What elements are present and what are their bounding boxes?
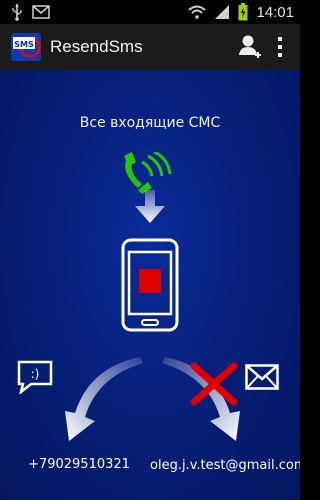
status-bar: 14:01 [0, 0, 300, 24]
usb-icon [12, 4, 22, 21]
battery-charging-icon [238, 3, 248, 21]
email-icon [245, 364, 279, 390]
phone-icon [121, 238, 179, 332]
svg-text:SMS: SMS [14, 40, 34, 49]
main-content: Все входящие СМС :) +79029510321 oleg.j.… [0, 70, 300, 500]
add-contact-icon[interactable] [238, 33, 262, 61]
signal-icon [215, 5, 230, 19]
wifi-icon [188, 5, 207, 19]
action-bar: SMS ResendSms [0, 24, 300, 70]
svg-text::): :) [31, 367, 40, 381]
app-logo-icon[interactable]: SMS [10, 31, 42, 63]
notification-mail-icon [32, 5, 50, 19]
overflow-menu-icon[interactable] [276, 36, 284, 58]
disabled-cross-icon [190, 362, 238, 406]
email-address-label: oleg.j.v.test@gmail.com [150, 458, 300, 473]
incoming-sms-icon [124, 152, 172, 194]
status-time: 14:01 [256, 3, 294, 21]
action-icons [238, 33, 300, 61]
status-left [10, 3, 50, 21]
phone-number-label: +79029510321 [28, 457, 130, 472]
sms-bubble-icon: :) [17, 360, 53, 394]
app-title: ResendSms [50, 37, 143, 56]
status-right: 14:01 [188, 3, 294, 21]
arrow-to-phone-number-icon [65, 357, 143, 441]
down-arrow-icon [135, 190, 165, 223]
incoming-sms-label: Все входящие СМС [79, 115, 221, 131]
